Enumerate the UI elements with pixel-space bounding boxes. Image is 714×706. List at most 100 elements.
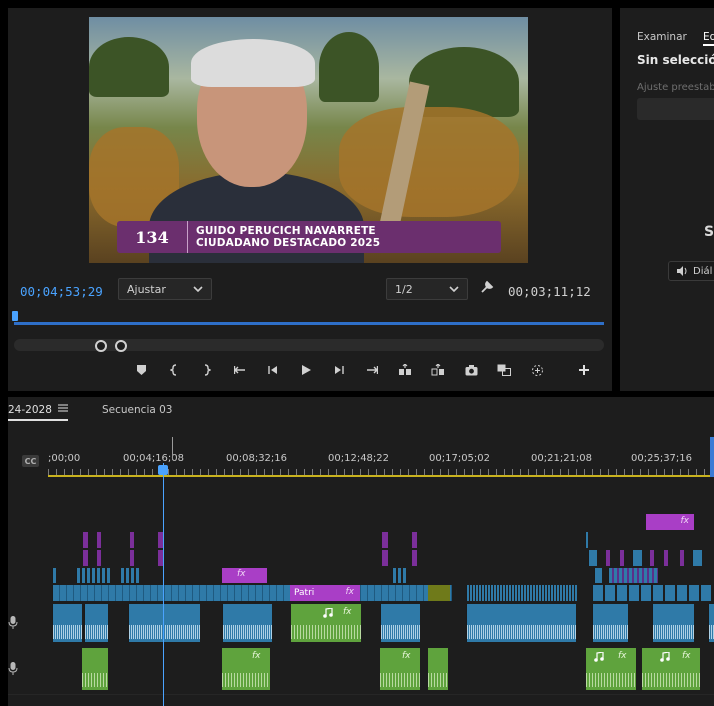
- tab-sequence-03[interactable]: Secuencia 03: [102, 404, 173, 416]
- music-clip[interactable]: fx: [642, 648, 700, 690]
- captions-toggle[interactable]: CC: [22, 455, 39, 467]
- lift-button[interactable]: [392, 360, 418, 380]
- microphone-icon[interactable]: [8, 662, 20, 676]
- audio-clip[interactable]: [380, 604, 420, 642]
- graphic-clip[interactable]: [680, 550, 684, 566]
- track-row-v2: Patri fx: [8, 584, 714, 603]
- graphic-clip[interactable]: fx: [646, 514, 694, 530]
- music-clip[interactable]: fx: [586, 648, 636, 690]
- clip-name: Patri: [294, 588, 315, 598]
- preset-dropdown[interactable]: [637, 98, 714, 120]
- playback-scrubber[interactable]: [14, 322, 604, 325]
- audio-clip[interactable]: [466, 604, 576, 642]
- video-clip[interactable]: [76, 568, 110, 583]
- resolution-dropdown-value: 1/2: [395, 282, 413, 296]
- video-clip[interactable]: [52, 585, 452, 601]
- section-heading: S: [704, 224, 714, 240]
- graphic-clip[interactable]: [650, 550, 654, 566]
- graphic-clip[interactable]: [382, 550, 388, 566]
- program-monitor: 134 GUIDO PERUCICH NAVARRETE CIUDADANO D…: [8, 8, 612, 391]
- graphic-clip[interactable]: [130, 532, 134, 548]
- video-clip[interactable]: [585, 532, 588, 548]
- video-clip[interactable]: [466, 585, 578, 601]
- zoom-handle-left[interactable]: [95, 340, 107, 352]
- resolution-dropdown[interactable]: 1/2: [386, 278, 468, 300]
- extract-button[interactable]: [425, 360, 451, 380]
- dialogue-button[interactable]: Diál: [668, 261, 714, 281]
- step-forward-icon: [335, 366, 344, 374]
- audio-clip[interactable]: [592, 604, 628, 642]
- background-tree: [319, 32, 379, 102]
- music-note-icon: [660, 652, 670, 662]
- microphone-icon[interactable]: [8, 616, 20, 630]
- graphic-clip[interactable]: [620, 550, 624, 566]
- wrench-icon[interactable]: [480, 280, 494, 298]
- audio-clip[interactable]: [82, 648, 108, 690]
- work-area-bar[interactable]: [48, 475, 714, 477]
- graphic-clip[interactable]: [664, 550, 668, 566]
- graphic-clip[interactable]: [83, 532, 88, 548]
- step-forward-button[interactable]: [326, 360, 352, 380]
- audio-clip[interactable]: [708, 604, 714, 642]
- mark-in-icon: [170, 364, 177, 376]
- comparison-view-button[interactable]: [491, 360, 517, 380]
- audio-clip[interactable]: [52, 604, 82, 642]
- graphic-clip[interactable]: [97, 550, 101, 566]
- video-preview[interactable]: 134 GUIDO PERUCICH NAVARRETE CIUDADANO D…: [89, 17, 528, 263]
- tab-edit[interactable]: Ed: [703, 31, 714, 43]
- hamburger-menu-icon[interactable]: [58, 402, 68, 415]
- graphic-clip[interactable]: [83, 550, 88, 566]
- audio-clip[interactable]: [652, 604, 694, 642]
- audio-clip[interactable]: fx: [380, 648, 420, 690]
- fx-badge: fx: [237, 569, 246, 579]
- play-button[interactable]: [293, 360, 319, 380]
- tab-sequence-active[interactable]: 24-2028: [8, 404, 52, 416]
- video-clip[interactable]: [120, 568, 140, 583]
- graphic-clip[interactable]: [382, 532, 388, 548]
- button-editor-add-button[interactable]: [571, 360, 597, 380]
- graphic-clip[interactable]: [130, 550, 134, 566]
- go-to-out-button[interactable]: [359, 360, 385, 380]
- export-frame-button[interactable]: [458, 360, 484, 380]
- graphic-clip[interactable]: fx: [222, 568, 267, 583]
- audio-clip[interactable]: [222, 604, 272, 642]
- fit-dropdown[interactable]: Ajustar: [118, 278, 212, 300]
- audio-clip[interactable]: [428, 648, 448, 690]
- add-marker-button[interactable]: [128, 360, 154, 380]
- graphic-clip[interactable]: [412, 550, 417, 566]
- ruler-label: 00;25;37;16: [631, 453, 693, 464]
- audio-clip[interactable]: [84, 604, 108, 642]
- track-row-v4: [8, 549, 714, 568]
- music-clip[interactable]: fx: [291, 604, 361, 642]
- mark-in-button[interactable]: [161, 360, 187, 380]
- go-to-in-button[interactable]: [227, 360, 253, 380]
- graphic-clip-patri[interactable]: Patri fx: [290, 585, 360, 601]
- graphic-clip[interactable]: [606, 550, 610, 566]
- playhead-marker[interactable]: [12, 311, 18, 321]
- preset-label: Ajuste preestablecido: [637, 82, 714, 93]
- lower-third-subtitle: CIUDADANO DESTACADO 2025: [196, 237, 381, 249]
- fit-dropdown-value: Ajustar: [127, 282, 166, 296]
- video-clip[interactable]: [392, 568, 406, 583]
- video-clip[interactable]: [608, 568, 658, 583]
- video-clip[interactable]: [588, 550, 597, 566]
- graphic-clip[interactable]: [412, 532, 417, 548]
- audio-clip[interactable]: [128, 604, 200, 642]
- track-row-v3: fx: [8, 567, 714, 585]
- playhead-line[interactable]: [163, 463, 164, 706]
- zoom-handle-right[interactable]: [115, 340, 127, 352]
- graphic-clip[interactable]: [97, 532, 101, 548]
- comparison-view-icon: [497, 364, 511, 376]
- video-clip[interactable]: [52, 568, 56, 583]
- video-clip[interactable]: [594, 568, 602, 583]
- current-timecode[interactable]: 00;04;53;29: [20, 284, 103, 299]
- tab-browse[interactable]: Examinar: [637, 31, 687, 43]
- mark-out-button[interactable]: [194, 360, 220, 380]
- audio-clip[interactable]: fx: [222, 648, 270, 690]
- proxy-toggle-button[interactable]: [524, 360, 550, 380]
- video-clip[interactable]: [632, 550, 642, 566]
- step-back-button[interactable]: [260, 360, 286, 380]
- video-clip[interactable]: [592, 585, 712, 601]
- adjustment-clip[interactable]: [428, 585, 450, 601]
- video-clip[interactable]: [692, 550, 702, 566]
